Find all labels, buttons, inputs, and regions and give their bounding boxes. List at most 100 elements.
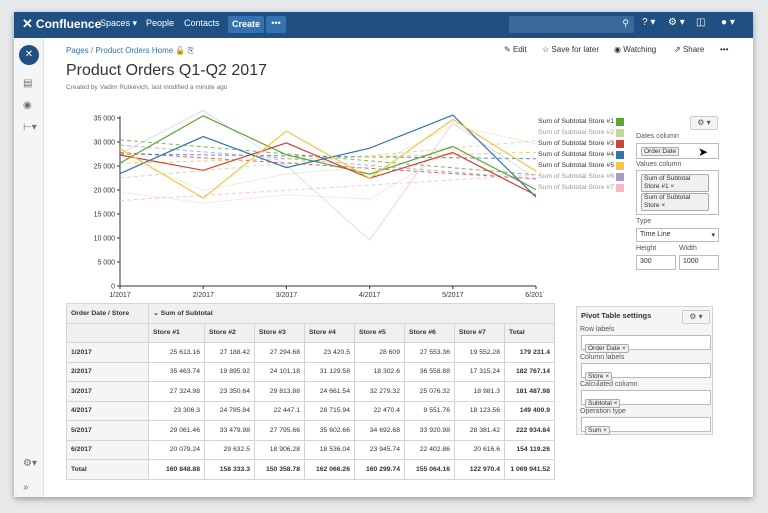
user-avatar-icon[interactable]: ● ▾ <box>721 17 735 28</box>
calculated-column-label: Calculated column <box>580 381 638 388</box>
table-cell: 31 129.58 <box>304 361 355 382</box>
order-date-chip[interactable]: Order Date <box>641 147 680 156</box>
sidebar-settings-icon[interactable]: ⚙▾ <box>23 458 37 469</box>
table-cell: 122 970.4 <box>454 459 505 480</box>
nav-contacts[interactable]: Contacts <box>184 18 220 28</box>
pivot-column-header[interactable]: Store #4 <box>304 322 355 343</box>
table-cell: 162 066.26 <box>304 459 355 480</box>
operation-type-field[interactable]: Sum × <box>581 417 711 435</box>
create-button[interactable]: Create <box>228 16 264 33</box>
calculated-chip[interactable]: Subtotal × <box>585 399 621 408</box>
share-button[interactable]: ⇗ Share <box>674 45 704 54</box>
table-cell: 18 981.3 <box>454 381 505 402</box>
table-cell: 160 848.88 <box>148 459 205 480</box>
pivot-column-header[interactable]: Store #7 <box>454 322 505 343</box>
x-tick-label: 2/2017 <box>192 292 214 299</box>
operation-chip[interactable]: Sum × <box>585 426 610 435</box>
legend-label: Sum of Subtotal Store #3 <box>538 140 614 147</box>
legend-item[interactable]: Sum of Subtotal Store #1 <box>526 116 624 127</box>
table-cell: 25 613.16 <box>148 342 205 363</box>
values-column-field[interactable]: Sum of Subtotal Store #1 × Sum of Subtot… <box>636 170 719 215</box>
column-labels-field[interactable]: Store × <box>581 363 711 381</box>
y-tick-label: 25 000 <box>94 164 116 171</box>
column-chip[interactable]: Store × <box>585 372 613 381</box>
legend-item[interactable]: Sum of Subtotal Store #3 <box>526 138 624 149</box>
series-trendline <box>119 152 537 180</box>
table-cell: 28 715.94 <box>304 400 355 421</box>
table-cell: 33 479.98 <box>204 420 255 441</box>
breadcrumb-home[interactable]: Product Orders Home <box>95 46 173 55</box>
pages-icon[interactable]: ▤ <box>23 78 32 89</box>
table-cell: 18 536.04 <box>304 439 355 460</box>
space-logo-icon[interactable]: ✕ <box>19 45 39 65</box>
row-labels-field[interactable]: Order Date × <box>581 335 711 353</box>
series-line <box>119 115 537 191</box>
width-label: Width <box>679 245 697 252</box>
table-cell: 27 188.42 <box>204 342 255 363</box>
expand-sidebar-icon[interactable]: » <box>23 482 29 493</box>
calculated-column-field[interactable]: Subtotal × <box>581 390 711 408</box>
help-icon[interactable]: ? ▾ <box>642 17 655 28</box>
pivot-column-header[interactable]: Store #6 <box>404 322 455 343</box>
pivot-column-header[interactable]: Store #5 <box>354 322 405 343</box>
confluence-logo[interactable]: ✕ Confluence <box>22 16 101 32</box>
legend-swatch <box>616 183 624 192</box>
blog-feed-icon[interactable]: ◉ <box>23 100 32 111</box>
row-labels-label: Row labels <box>580 326 615 333</box>
create-more-button[interactable]: ••• <box>266 16 286 33</box>
x-tick-label: 3/2017 <box>276 292 298 299</box>
table-cell: 34 692.68 <box>354 420 405 441</box>
table-cell: 28 609 <box>354 342 405 363</box>
space-sidebar: ✕ ▤ ◉ ⊢▾ ⚙▾ » <box>14 38 44 497</box>
table-cell: 32 279.32 <box>354 381 405 402</box>
legend-item[interactable]: Sum of Subtotal Store #7 <box>526 182 624 193</box>
values-chip-store[interactable]: Sum of Subtotal Store × <box>641 193 709 211</box>
legend-item[interactable]: Sum of Subtotal Store #2 <box>526 127 624 138</box>
table-cell: 27 795.66 <box>254 420 305 441</box>
nav-spaces[interactable]: Spaces ▾ <box>100 18 137 29</box>
table-cell: 182 767.14 <box>504 361 555 382</box>
search-input[interactable]: ⚲ <box>509 16 634 33</box>
edit-button[interactable]: ✎ Edit <box>504 45 527 54</box>
restrictions-icon[interactable]: 🔓 <box>175 46 185 55</box>
legend-label: Sum of Subtotal Store #1 <box>538 118 614 125</box>
legend-item[interactable]: Sum of Subtotal Store #5 <box>526 160 624 171</box>
pivot-settings-gear-button[interactable]: ⚙ ▾ <box>682 310 710 324</box>
table-cell: 33 920.98 <box>404 420 455 441</box>
notifications-icon[interactable]: ◫ <box>696 17 705 28</box>
type-select[interactable]: Time Line ▾ <box>636 228 719 242</box>
width-input[interactable]: 1000 <box>679 255 719 270</box>
table-cell: 154 119.26 <box>504 439 555 460</box>
pivot-column-header[interactable]: Store #1 <box>148 322 205 343</box>
height-input[interactable]: 300 <box>636 255 676 270</box>
row-label: 4/2017 <box>66 400 149 421</box>
chart-settings-gear-button[interactable]: ⚙ ▾ <box>690 116 718 130</box>
legend-label: Sum of Subtotal Store #2 <box>538 129 614 136</box>
watching-button[interactable]: ◉ Watching <box>614 45 656 54</box>
nav-people[interactable]: People <box>146 18 174 28</box>
column-labels-label: Column labels <box>580 354 625 361</box>
table-cell: 24 101.18 <box>254 361 305 382</box>
tree-icon[interactable]: ⊢▾ <box>23 122 37 133</box>
x-tick-label: 1/2017 <box>109 292 131 299</box>
breadcrumb-pages[interactable]: Pages <box>66 46 89 55</box>
pivot-measure-header[interactable]: ⌄ Sum of Subtotal <box>148 303 555 324</box>
gear-icon[interactable]: ⚙ ▾ <box>668 17 685 28</box>
y-tick-label: 5 000 <box>97 260 115 267</box>
pivot-column-header[interactable]: Store #3 <box>254 322 305 343</box>
legend-swatch <box>616 128 624 137</box>
attachment-icon[interactable]: ⎘ <box>188 46 194 55</box>
pivot-column-header[interactable]: Store #2 <box>204 322 255 343</box>
legend-item[interactable]: Sum of Subtotal Store #4 <box>526 149 624 160</box>
row-chip[interactable]: Order Date × <box>585 344 629 353</box>
more-actions-button[interactable]: ••• <box>720 45 728 54</box>
table-cell: 35 602.66 <box>304 420 355 441</box>
values-chip-store1[interactable]: Sum of Subtotal Store #1 × <box>641 174 709 192</box>
legend-item[interactable]: Sum of Subtotal Store #6 <box>526 171 624 182</box>
save-for-later-button[interactable]: ☆ Save for later <box>542 45 599 54</box>
table-cell: 1 069 941.52 <box>504 459 555 480</box>
table-cell: 27 294.68 <box>254 342 305 363</box>
pivot-column-header[interactable]: Total <box>504 322 555 343</box>
table-cell: 22 402.86 <box>404 439 455 460</box>
table-row: 3/2017 27 324.98 23 350.64 29 813.88 24 661.… <box>66 381 555 402</box>
